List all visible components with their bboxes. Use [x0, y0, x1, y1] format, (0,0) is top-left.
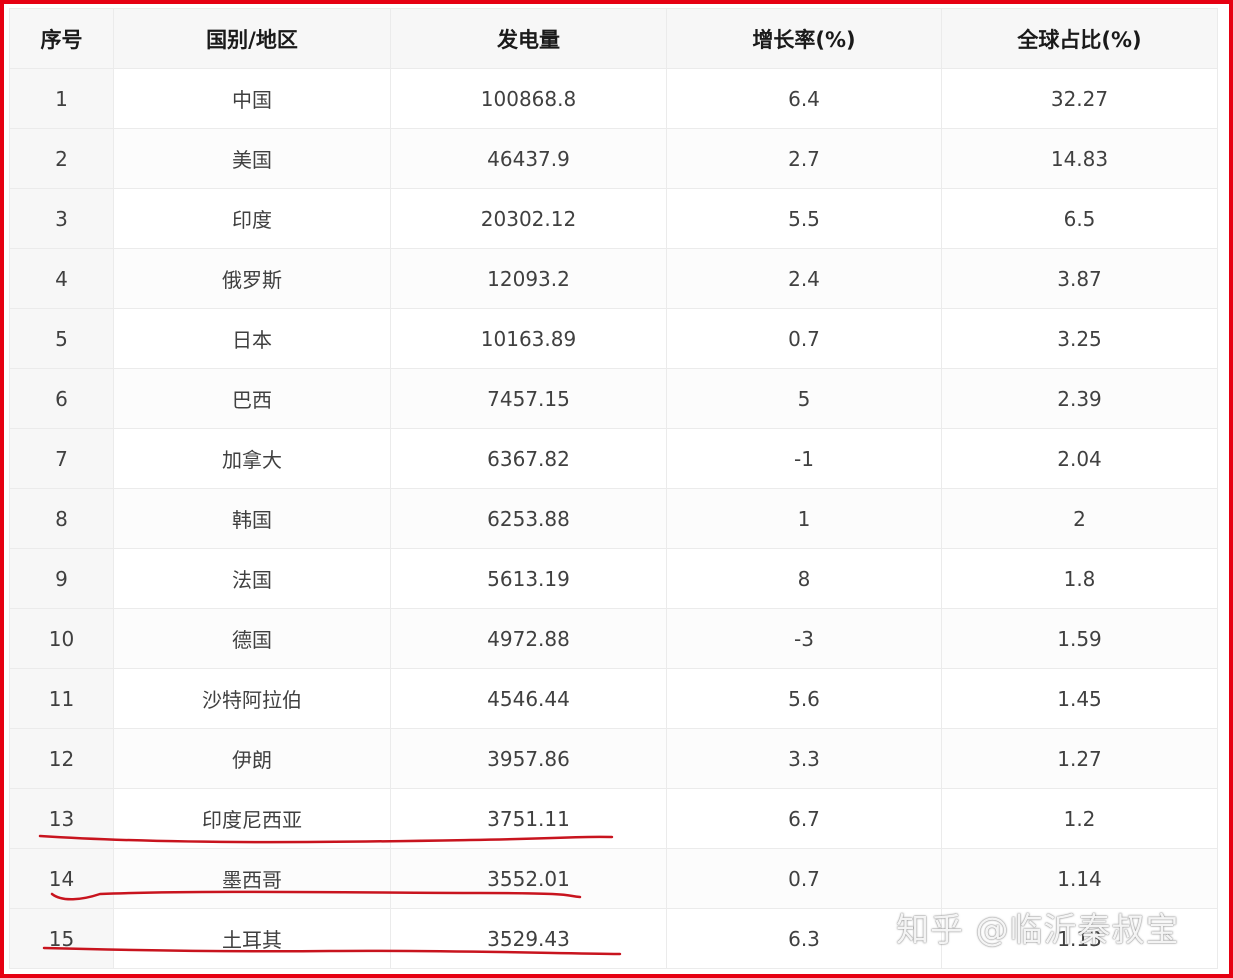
cell-growth-rate: 5.6	[666, 668, 942, 729]
table-row: 3 印度 20302.12 5.5 6.5	[9, 188, 1218, 249]
cell-country: 日本	[113, 308, 391, 369]
cell-generation: 46437.9	[390, 128, 667, 189]
cell-generation: 3529.43	[390, 908, 667, 969]
cell-growth-rate: 2.4	[666, 248, 942, 309]
cell-generation: 12093.2	[390, 248, 667, 309]
cell-growth-rate: 0.7	[666, 848, 942, 909]
cell-global-share: 1.14	[941, 848, 1218, 909]
cell-global-share: 32.27	[941, 68, 1218, 129]
cell-index: 4	[9, 248, 114, 309]
cell-generation: 6253.88	[390, 488, 667, 549]
column-header-country: 国别/地区	[113, 8, 391, 69]
data-table-wrapper: 序号 国别/地区 发电量 增长率(%) 全球占比(%) 1 中国 100868.8 6…	[9, 8, 1218, 969]
cell-country: 韩国	[113, 488, 391, 549]
cell-generation: 3957.86	[390, 728, 667, 789]
table-row: 2 美国 46437.9 2.7 14.83	[9, 128, 1218, 189]
cell-index: 2	[9, 128, 114, 189]
column-header-generation: 发电量	[390, 8, 667, 69]
cell-country: 印度尼西亚	[113, 788, 391, 849]
table-row: 6 巴西 7457.15 5 2.39	[9, 368, 1218, 429]
cell-global-share: 3.87	[941, 248, 1218, 309]
table-row: 9 法国 5613.19 8 1.8	[9, 548, 1218, 609]
cell-growth-rate: 6.4	[666, 68, 942, 129]
cell-country: 印度	[113, 188, 391, 249]
cell-generation: 10163.89	[390, 308, 667, 369]
cell-index: 5	[9, 308, 114, 369]
power-generation-table: 序号 国别/地区 发电量 增长率(%) 全球占比(%) 1 中国 100868.8 6…	[9, 8, 1218, 969]
table-row: 4 俄罗斯 12093.2 2.4 3.87	[9, 248, 1218, 309]
cell-country: 伊朗	[113, 728, 391, 789]
cell-global-share: 1.59	[941, 608, 1218, 669]
cell-generation: 3552.01	[390, 848, 667, 909]
cell-country: 墨西哥	[113, 848, 391, 909]
cell-growth-rate: 5	[666, 368, 942, 429]
table-row: 13 印度尼西亚 3751.11 6.7 1.2	[9, 788, 1218, 849]
cell-country: 德国	[113, 608, 391, 669]
cell-country: 法国	[113, 548, 391, 609]
cell-generation: 5613.19	[390, 548, 667, 609]
cell-generation: 7457.15	[390, 368, 667, 429]
table-row: 8 韩国 6253.88 1 2	[9, 488, 1218, 549]
cell-country: 加拿大	[113, 428, 391, 489]
table-row: 1 中国 100868.8 6.4 32.27	[9, 68, 1218, 129]
cell-global-share: 2.39	[941, 368, 1218, 429]
table-row: 14 墨西哥 3552.01 0.7 1.14	[9, 848, 1218, 909]
cell-growth-rate: 8	[666, 548, 942, 609]
cell-global-share: 1.27	[941, 728, 1218, 789]
cell-growth-rate: -3	[666, 608, 942, 669]
cell-index: 13	[9, 788, 114, 849]
cell-global-share: 6.5	[941, 188, 1218, 249]
cell-index: 3	[9, 188, 114, 249]
cell-growth-rate: 0.7	[666, 308, 942, 369]
cell-generation: 6367.82	[390, 428, 667, 489]
cell-index: 11	[9, 668, 114, 729]
column-header-index: 序号	[9, 8, 114, 69]
cell-index: 14	[9, 848, 114, 909]
column-header-growth-rate: 增长率(%)	[666, 8, 942, 69]
cell-country: 巴西	[113, 368, 391, 429]
table-row: 11 沙特阿拉伯 4546.44 5.6 1.45	[9, 668, 1218, 729]
cell-growth-rate: 2.7	[666, 128, 942, 189]
table-row: 5 日本 10163.89 0.7 3.25	[9, 308, 1218, 369]
cell-global-share: 14.83	[941, 128, 1218, 189]
cell-global-share: 1.45	[941, 668, 1218, 729]
cell-generation: 20302.12	[390, 188, 667, 249]
cell-index: 9	[9, 548, 114, 609]
cell-index: 1	[9, 68, 114, 129]
zhihu-watermark: 知乎 @临沂秦叔宝	[896, 910, 1180, 949]
cell-global-share: 2	[941, 488, 1218, 549]
cell-country: 沙特阿拉伯	[113, 668, 391, 729]
cell-growth-rate: 5.5	[666, 188, 942, 249]
header-row: 序号 国别/地区 发电量 增长率(%) 全球占比(%)	[9, 8, 1218, 69]
cell-generation: 100868.8	[390, 68, 667, 129]
cell-growth-rate: 1	[666, 488, 942, 549]
table-header: 序号 国别/地区 发电量 增长率(%) 全球占比(%)	[9, 8, 1218, 69]
table-body: 1 中国 100868.8 6.4 32.27 2 美国 46437.9 2.7 14.83 3…	[9, 68, 1218, 969]
cell-global-share: 3.25	[941, 308, 1218, 369]
cell-generation: 4546.44	[390, 668, 667, 729]
cell-global-share: 2.04	[941, 428, 1218, 489]
cell-index: 8	[9, 488, 114, 549]
cell-country: 美国	[113, 128, 391, 189]
cell-growth-rate: 6.7	[666, 788, 942, 849]
cell-index: 12	[9, 728, 114, 789]
cell-index: 6	[9, 368, 114, 429]
cell-global-share: 1.8	[941, 548, 1218, 609]
table-row: 12 伊朗 3957.86 3.3 1.27	[9, 728, 1218, 789]
cell-global-share: 1.2	[941, 788, 1218, 849]
cell-generation: 3751.11	[390, 788, 667, 849]
column-header-global-share: 全球占比(%)	[941, 8, 1218, 69]
cell-country: 俄罗斯	[113, 248, 391, 309]
cell-growth-rate: 3.3	[666, 728, 942, 789]
cell-index: 15	[9, 908, 114, 969]
cell-growth-rate: -1	[666, 428, 942, 489]
cell-index: 7	[9, 428, 114, 489]
cell-country: 中国	[113, 68, 391, 129]
table-row: 7 加拿大 6367.82 -1 2.04	[9, 428, 1218, 489]
table-row: 10 德国 4972.88 -3 1.59	[9, 608, 1218, 669]
cell-country: 土耳其	[113, 908, 391, 969]
cell-index: 10	[9, 608, 114, 669]
cell-generation: 4972.88	[390, 608, 667, 669]
